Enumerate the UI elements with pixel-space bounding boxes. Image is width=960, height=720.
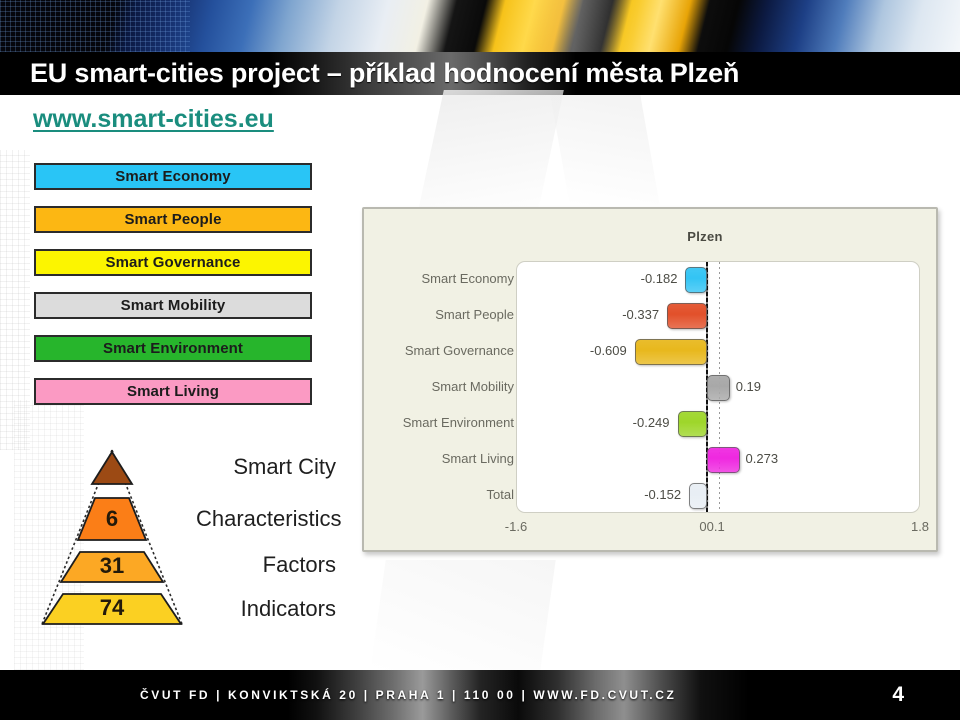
pyramid-value-factors: 31 bbox=[99, 553, 125, 578]
pyramid-label-characteristics: Characteristics bbox=[196, 506, 342, 531]
chart-bar-row: 0.19 bbox=[517, 370, 919, 406]
chart-bar-row: -0.337 bbox=[517, 298, 919, 334]
legend-item-smart-economy: Smart Economy bbox=[34, 163, 312, 190]
legend-item-smart-environment: Smart Environment bbox=[34, 335, 312, 362]
smart-cities-website-link[interactable]: www.smart-cities.eu bbox=[33, 105, 274, 134]
plzen-evaluation-chart-panel: Plzen Smart Economy Smart People Smart Gov… bbox=[362, 207, 938, 552]
pyramid-value-indicators: 74 bbox=[99, 595, 125, 620]
chart-bar-value-label: -0.182 bbox=[640, 271, 678, 286]
smart-city-characteristics-legend: Smart Economy Smart People Smart Governanc… bbox=[34, 163, 312, 421]
pyramid-label-factors: Factors bbox=[262, 552, 336, 577]
smart-city-hierarchy-pyramid: 6 31 74 Smart City Characteristics Facto… bbox=[36, 448, 342, 628]
legend-item-smart-living: Smart Living bbox=[34, 378, 312, 405]
legend-item-label: Smart Living bbox=[126, 383, 220, 400]
chart-bar-value-label: -0.609 bbox=[589, 343, 627, 358]
slide-page-number: 4 bbox=[892, 683, 904, 706]
legend-item-label: Smart Governance bbox=[105, 254, 241, 271]
header-photo-band bbox=[0, 0, 960, 52]
legend-item-label: Smart Economy bbox=[115, 168, 231, 185]
chart-bar-total[interactable] bbox=[689, 483, 708, 509]
chart-bar-smart-governance[interactable] bbox=[634, 339, 708, 365]
background-shape-c bbox=[370, 560, 556, 670]
chart-bar-smart-economy[interactable] bbox=[685, 267, 708, 293]
chart-bar-row: -0.182 bbox=[517, 262, 919, 298]
slide-footer: ČVUT FD | KONVIKTSKÁ 20 | PRAHA 1 | 110 … bbox=[0, 670, 960, 720]
chart-plot-area: -0.182 -0.337 -0.609 0.19 -0.249 0.273 -0.152 bbox=[516, 261, 920, 513]
chart-bar-row: -0.609 bbox=[517, 334, 919, 370]
chart-axis-tick: 1.8 bbox=[910, 519, 930, 534]
pyramid-label-smart-city: Smart City bbox=[233, 454, 336, 479]
chart-bar-smart-mobility[interactable] bbox=[707, 375, 730, 401]
header-grid-texture bbox=[0, 0, 190, 52]
chart-bar-smart-people[interactable] bbox=[667, 303, 708, 329]
legend-item-smart-mobility: Smart Mobility bbox=[34, 292, 312, 319]
chart-bar-value-label: 0.19 bbox=[735, 379, 761, 394]
legend-item-smart-people: Smart People bbox=[34, 206, 312, 233]
background-shape-b bbox=[550, 95, 660, 205]
chart-category-label: Smart Mobility bbox=[431, 379, 514, 394]
chart-bar-row: -0.152 bbox=[517, 478, 919, 512]
chart-category-labels: Smart Economy Smart People Smart Governanc… bbox=[378, 261, 514, 513]
chart-category-label: Smart Living bbox=[441, 451, 514, 466]
chart-axis-tick: -1.6 bbox=[504, 519, 528, 534]
chart-category-label: Smart Economy bbox=[421, 271, 514, 286]
legend-item-smart-governance: Smart Governance bbox=[34, 249, 312, 276]
chart-bar-row: 0.273 bbox=[517, 442, 919, 478]
chart-category-label: Total bbox=[486, 487, 514, 502]
legend-item-label: Smart People bbox=[124, 211, 222, 228]
chart-bar-smart-environment[interactable] bbox=[677, 411, 708, 437]
slide-title-bar: EU smart-cities project – příklad hodnoc… bbox=[0, 52, 960, 95]
background-shape-a bbox=[416, 90, 564, 220]
chart-category-label: Smart People bbox=[435, 307, 514, 322]
chart-title: Plzen bbox=[687, 229, 723, 244]
legend-item-label: Smart Environment bbox=[102, 340, 244, 357]
footer-institution-text: ČVUT FD | KONVIKTSKÁ 20 | PRAHA 1 | 110 … bbox=[140, 688, 677, 702]
chart-category-label: Smart Governance bbox=[404, 343, 514, 358]
pyramid-value-characteristics: 6 bbox=[105, 506, 119, 531]
chart-bar-smart-living[interactable] bbox=[707, 447, 740, 473]
chart-category-label: Smart Environment bbox=[402, 415, 514, 430]
page-title: EU smart-cities project – příklad hodnoc… bbox=[30, 58, 740, 88]
legend-item-label: Smart Mobility bbox=[120, 297, 226, 314]
chart-bar-value-label: 0.273 bbox=[745, 451, 779, 466]
chart-bar-value-label: -0.152 bbox=[644, 487, 682, 502]
chart-bar-value-label: -0.337 bbox=[622, 307, 660, 322]
chart-bar-value-label: -0.249 bbox=[632, 415, 670, 430]
pyramid-label-indicators: Indicators bbox=[240, 596, 336, 621]
chart-x-axis-ticks: -1.6 00.1 1.8 bbox=[505, 519, 929, 539]
chart-bar-row: -0.249 bbox=[517, 406, 919, 442]
chart-axis-tick: 00.1 bbox=[699, 519, 725, 534]
